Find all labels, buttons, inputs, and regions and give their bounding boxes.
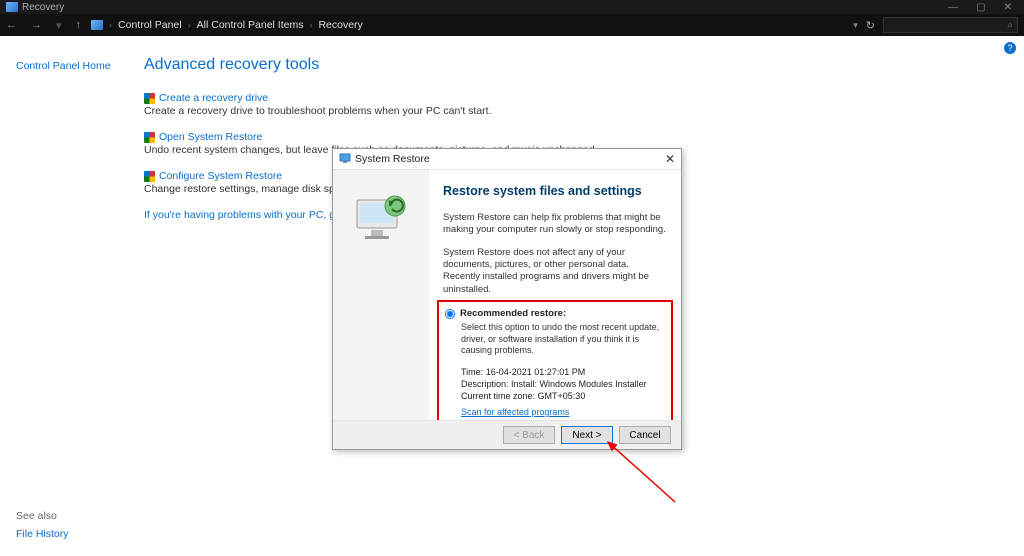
file-history-link[interactable]: File History — [16, 528, 69, 540]
address-bar: ← → ▾ ↑ › Control Panel › All Control Pa… — [0, 14, 1024, 36]
crumb-recovery[interactable]: Recovery — [318, 19, 362, 31]
search-input[interactable]: ⌕ — [883, 17, 1018, 33]
maximize-button[interactable]: ▢ — [976, 2, 985, 13]
sidebar: Control Panel Home — [16, 56, 144, 221]
refresh-icon[interactable]: ↻ — [866, 19, 875, 32]
recommended-restore-radio[interactable] — [445, 309, 455, 319]
dialog-para1: System Restore can help fix problems tha… — [443, 212, 667, 237]
dialog-para2: System Restore does not affect any of yo… — [443, 247, 667, 296]
window-title: Recovery — [22, 2, 64, 13]
shield-icon — [144, 93, 155, 104]
back-button: < Back — [503, 426, 555, 444]
app-icon — [6, 2, 18, 12]
see-also-label: See also — [16, 510, 69, 522]
crumb-all-items[interactable]: All Control Panel Items — [197, 19, 304, 31]
crumb-control-panel[interactable]: Control Panel — [118, 19, 182, 31]
page-heading: Advanced recovery tools — [144, 56, 1008, 74]
system-restore-dialog: System Restore ✕ Restore system files an… — [332, 148, 682, 450]
chevron-down-icon[interactable]: ▾ — [853, 20, 858, 31]
minimize-button[interactable]: — — [948, 2, 958, 13]
shield-icon — [144, 132, 155, 143]
nav-forward-icon[interactable]: → — [31, 19, 42, 32]
nav-back-icon[interactable]: ← — [6, 19, 17, 32]
open-system-restore-link[interactable]: Open System Restore — [159, 131, 262, 143]
cancel-button[interactable]: Cancel — [619, 426, 671, 444]
recommended-restore-option[interactable]: Recommended restore: — [445, 308, 665, 319]
search-icon: ⌕ — [1007, 20, 1013, 31]
nav-up-icon[interactable]: ↑ — [76, 19, 82, 32]
system-restore-illustration-icon — [349, 192, 413, 252]
recommended-restore-label: Recommended restore: — [460, 308, 566, 319]
next-button[interactable]: Next > — [561, 426, 613, 444]
control-panel-icon — [91, 20, 103, 30]
restore-time: Time: 16-04-2021 01:27:01 PM — [461, 367, 665, 377]
annotation-highlight: Recommended restore: Select this option … — [437, 300, 673, 420]
tool-create-recovery-drive: Create a recovery drive Create a recover… — [144, 92, 1008, 117]
breadcrumb[interactable]: › Control Panel › All Control Panel Item… — [91, 19, 843, 31]
help-icon[interactable]: ? — [1004, 42, 1016, 54]
see-also: See also File History — [16, 510, 69, 540]
recommended-restore-desc: Select this option to undo the most rece… — [461, 322, 665, 357]
shield-icon — [144, 171, 155, 182]
dialog-close-button[interactable]: ✕ — [665, 152, 675, 166]
restore-description: Description: Install: Windows Modules In… — [461, 379, 665, 389]
dialog-app-icon — [339, 152, 351, 167]
restore-timezone: Current time zone: GMT+05:30 — [461, 391, 665, 401]
tool-desc: Create a recovery drive to troubleshoot … — [144, 105, 1008, 117]
configure-system-restore-link[interactable]: Configure System Restore — [159, 170, 282, 182]
sidebar-home-link[interactable]: Control Panel Home — [16, 60, 111, 72]
dialog-title-text: System Restore — [355, 153, 430, 165]
window-titlebar: Recovery — ▢ ✕ — [0, 0, 1024, 14]
create-recovery-drive-link[interactable]: Create a recovery drive — [159, 92, 268, 104]
scan-affected-programs-link[interactable]: Scan for affected programs — [461, 407, 665, 417]
dialog-heading: Restore system files and settings — [443, 184, 667, 198]
dialog-illustration-panel — [333, 170, 429, 420]
dialog-footer: < Back Next > Cancel — [333, 421, 681, 449]
close-button[interactable]: ✕ — [1004, 2, 1012, 13]
